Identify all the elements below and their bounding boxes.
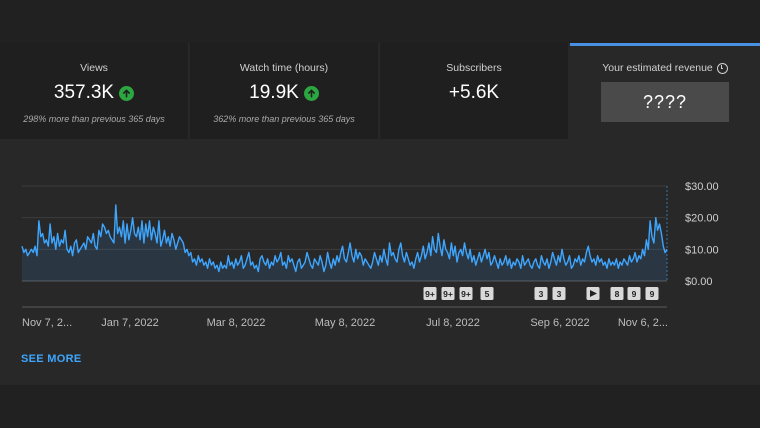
timeline-badge[interactable]: 9+	[459, 287, 473, 300]
x-tick-label: Mar 8, 2022	[207, 317, 266, 329]
chart-area-fill	[22, 205, 667, 281]
see-more-link[interactable]: SEE MORE	[21, 353, 81, 365]
x-tick-label: Sep 6, 2022	[530, 317, 589, 329]
x-tick-label: Jul 8, 2022	[426, 317, 480, 329]
svg-text:9: 9	[650, 289, 655, 299]
x-axis-labels: Nov 7, 2... Jan 7, 2022 Mar 8, 2022 May 8, …	[22, 317, 668, 329]
y-tick-label: $10.00	[685, 244, 719, 256]
revenue-chart: $30.00 $20.00 $10.00 $0.00 9+ 9+ 9+ 5 3 3 8 9 9 Nov…	[21, 181, 719, 329]
y-tick-label: $20.00	[685, 213, 719, 225]
svg-text:9: 9	[632, 289, 637, 299]
x-tick-label: Nov 7, 2...	[22, 317, 72, 329]
timeline-badge[interactable]: 5	[480, 287, 494, 300]
timeline-badge[interactable]: 9+	[441, 287, 455, 300]
svg-text:8: 8	[615, 289, 620, 299]
timeline-badges: 9+ 9+ 9+ 5 3 3 8 9 9	[423, 287, 659, 300]
play-icon[interactable]	[586, 287, 600, 300]
svg-text:9+: 9+	[425, 289, 435, 299]
svg-text:9+: 9+	[461, 289, 471, 299]
svg-text:3: 3	[539, 289, 544, 299]
svg-text:5: 5	[485, 289, 490, 299]
y-tick-label: $30.00	[685, 181, 719, 193]
x-tick-label: Nov 6, 2...	[618, 317, 668, 329]
timeline-badge[interactable]: 9	[627, 287, 641, 300]
timeline-badge[interactable]: 3	[552, 287, 566, 300]
x-tick-label: Jan 7, 2022	[101, 317, 159, 329]
timeline-badge[interactable]: 9	[645, 287, 659, 300]
svg-text:9+: 9+	[443, 289, 453, 299]
svg-text:3: 3	[557, 289, 562, 299]
timeline-badge[interactable]: 3	[534, 287, 548, 300]
timeline-badge[interactable]: 8	[610, 287, 624, 300]
y-axis-labels: $30.00 $20.00 $10.00 $0.00	[685, 181, 719, 288]
y-tick-label: $0.00	[685, 276, 713, 288]
timeline-badge[interactable]: 9+	[423, 287, 437, 300]
x-tick-label: May 8, 2022	[315, 317, 376, 329]
